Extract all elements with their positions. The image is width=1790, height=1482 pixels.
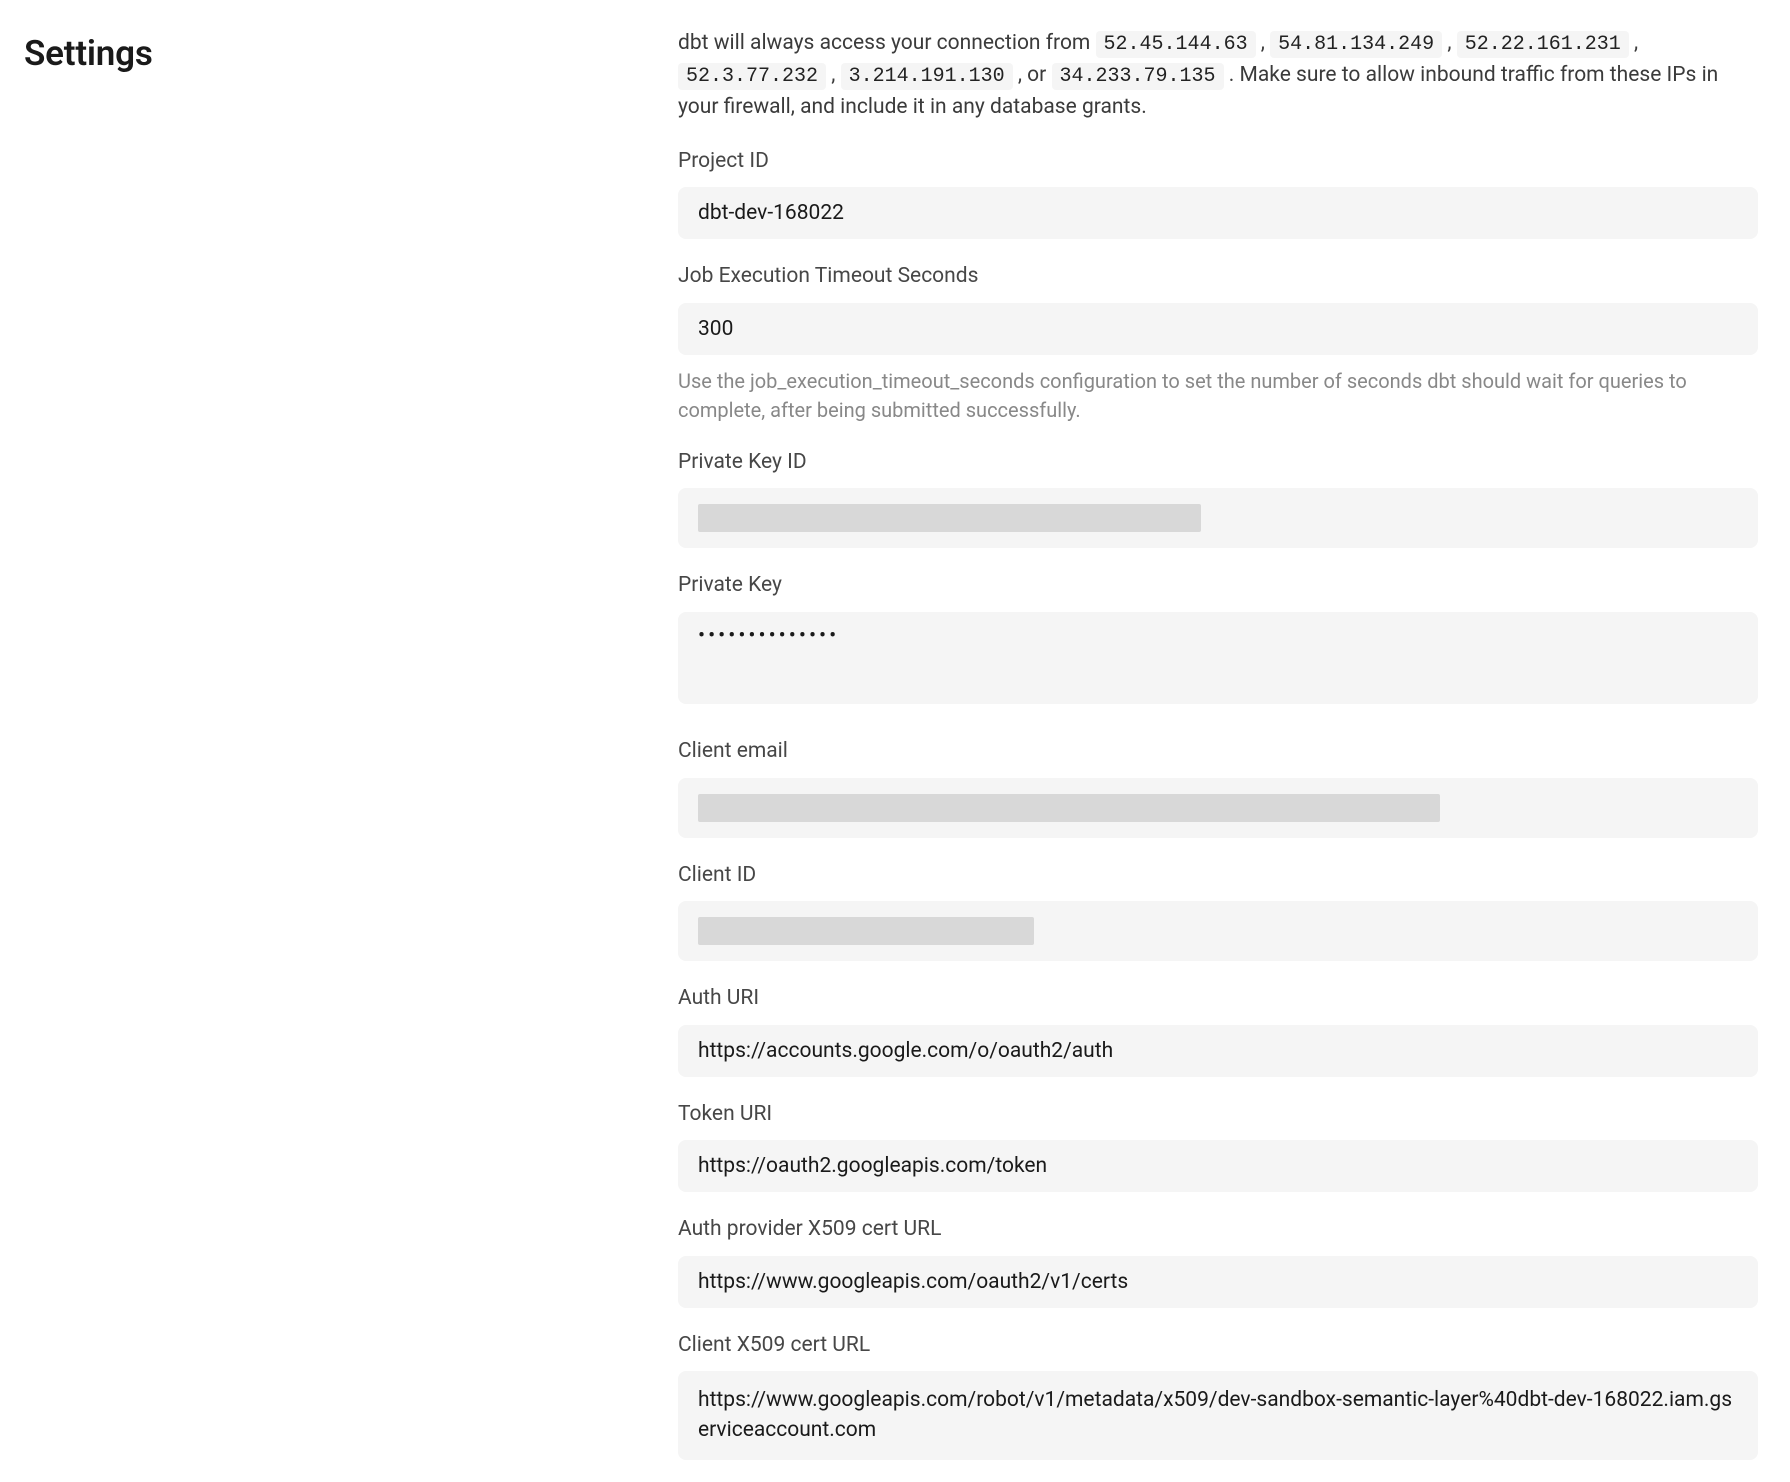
private-key-input[interactable]: •••••••••••••• — [678, 612, 1758, 704]
intro-prefix: dbt will always access your connection f… — [678, 31, 1096, 55]
project-id-input[interactable] — [678, 187, 1758, 239]
client-email-input[interactable] — [678, 778, 1758, 838]
auth-provider-cert-input[interactable] — [678, 1256, 1758, 1308]
ip-address: 52.22.161.231 — [1457, 31, 1629, 58]
private-key-id-label: Private Key ID — [678, 447, 1758, 479]
redacted-value — [698, 504, 1201, 532]
ip-address: 3.214.191.130 — [841, 63, 1013, 90]
client-cert-label: Client X509 cert URL — [678, 1330, 1758, 1362]
ip-address: 54.81.134.249 — [1270, 31, 1442, 58]
redacted-value — [698, 917, 1034, 945]
token-uri-label: Token URI — [678, 1099, 1758, 1131]
auth-provider-cert-label: Auth provider X509 cert URL — [678, 1214, 1758, 1246]
firewall-notice: dbt will always access your connection f… — [678, 28, 1758, 124]
private-key-id-input[interactable] — [678, 488, 1758, 548]
ip-address: 34.233.79.135 — [1052, 63, 1224, 90]
client-email-label: Client email — [678, 736, 1758, 768]
job-timeout-label: Job Execution Timeout Seconds — [678, 261, 1758, 293]
page-title: Settings — [24, 28, 678, 81]
auth-uri-label: Auth URI — [678, 983, 1758, 1015]
ip-address: 52.45.144.63 — [1096, 31, 1256, 58]
token-uri-input[interactable] — [678, 1140, 1758, 1192]
auth-uri-input[interactable] — [678, 1025, 1758, 1077]
job-timeout-input[interactable] — [678, 303, 1758, 355]
client-id-label: Client ID — [678, 860, 1758, 892]
redacted-value — [698, 794, 1440, 822]
private-key-label: Private Key — [678, 570, 1758, 602]
settings-form: dbt will always access your connection f… — [678, 28, 1758, 1482]
client-cert-input[interactable]: https://www.googleapis.com/robot/v1/meta… — [678, 1371, 1758, 1460]
job-timeout-help: Use the job_execution_timeout_seconds co… — [678, 367, 1758, 425]
project-id-label: Project ID — [678, 146, 1758, 178]
ip-address: 52.3.77.232 — [678, 63, 826, 90]
client-id-input[interactable] — [678, 901, 1758, 961]
